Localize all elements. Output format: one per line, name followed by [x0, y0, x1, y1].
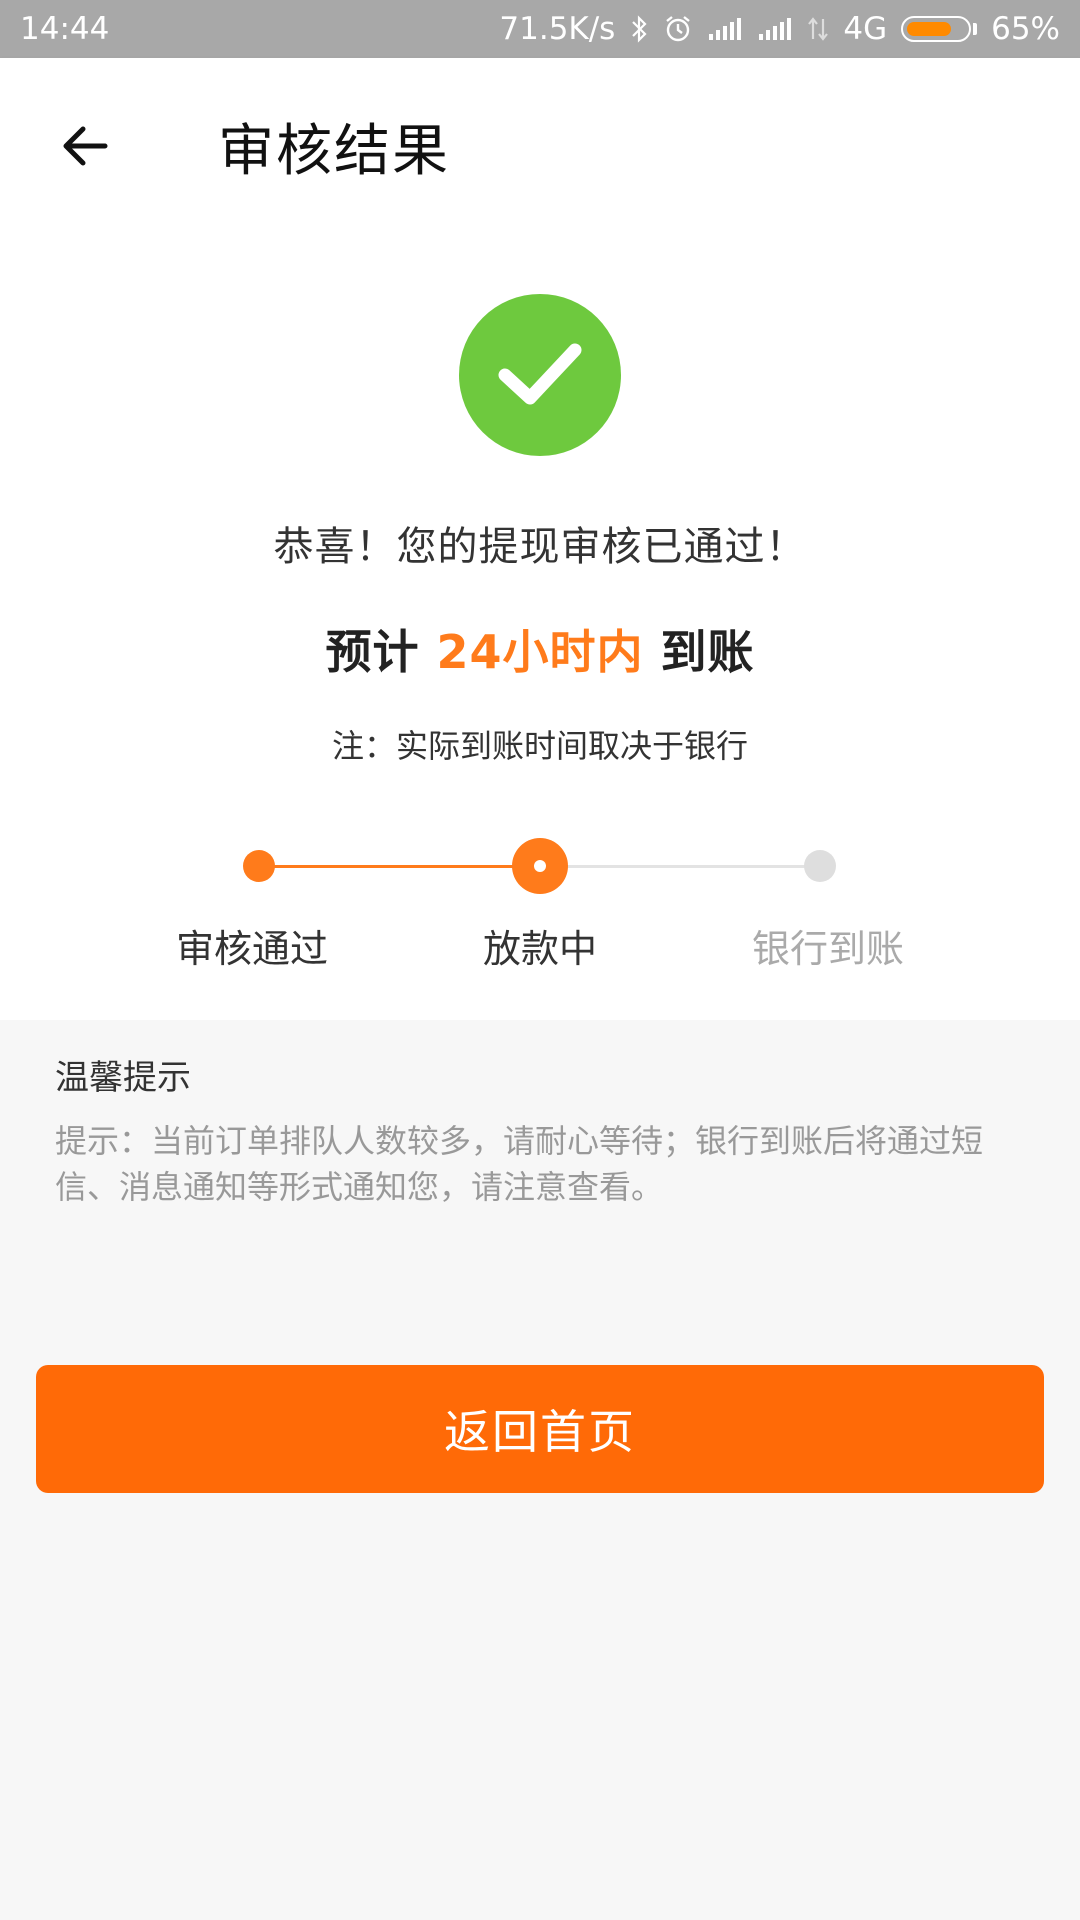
status-bar: 14:44 71.5K/s 4G 65%	[0, 0, 1080, 58]
back-to-home-button[interactable]: 返回首页	[36, 1365, 1044, 1493]
tips-title: 温馨提示	[55, 1058, 191, 1098]
eta-prefix: 预计	[325, 625, 437, 679]
tips-text: 提示：当前订单排队人数较多，请耐心等待；银行到账后将通过短信、消息通知等形式通知…	[55, 1122, 984, 1206]
back-arrow-icon[interactable]	[55, 116, 115, 176]
signal-icon	[757, 16, 793, 42]
check-circle-icon	[459, 294, 621, 456]
progress-line-pending	[540, 865, 820, 868]
progress-line-done	[258, 865, 540, 868]
bluetooth-icon	[629, 15, 649, 43]
step-label-disbursing: 放款中	[482, 927, 597, 971]
step-dot-pending	[804, 850, 836, 882]
eta-text: 预计 24小时内 到账	[0, 616, 1080, 682]
status-time: 14:44	[20, 11, 110, 47]
page-title: 审核结果	[218, 119, 450, 184]
status-icons: 71.5K/s 4G 65%	[499, 11, 1060, 47]
signal-icon	[707, 16, 743, 42]
step-dot-current	[512, 838, 568, 894]
eta-suffix: 到账	[643, 625, 755, 679]
battery-icon	[901, 16, 978, 42]
step-label-bank-arrival: 银行到账	[751, 927, 904, 971]
step-label-approved: 审核通过	[175, 927, 328, 971]
step-dot-done	[243, 850, 275, 882]
arrival-note: 注：实际到账时间取决于银行	[331, 727, 748, 765]
data-arrows-icon	[807, 15, 829, 43]
eta-highlight: 24小时内	[436, 625, 644, 679]
battery-percent: 65%	[991, 11, 1060, 47]
result-panel: 恭喜！您的提现审核已通过！ 预计 24小时内 到账 注：实际到账时间取决于银行 …	[0, 228, 1080, 1020]
alarm-icon	[663, 14, 693, 44]
app-header: 审核结果	[0, 58, 1080, 228]
net-speed: 71.5K/s	[499, 11, 616, 47]
progress-tracker: 审核通过 放款中 银行到账	[0, 810, 1080, 971]
network-type: 4G	[843, 11, 888, 47]
success-message: 恭喜！您的提现审核已通过！	[273, 524, 807, 570]
